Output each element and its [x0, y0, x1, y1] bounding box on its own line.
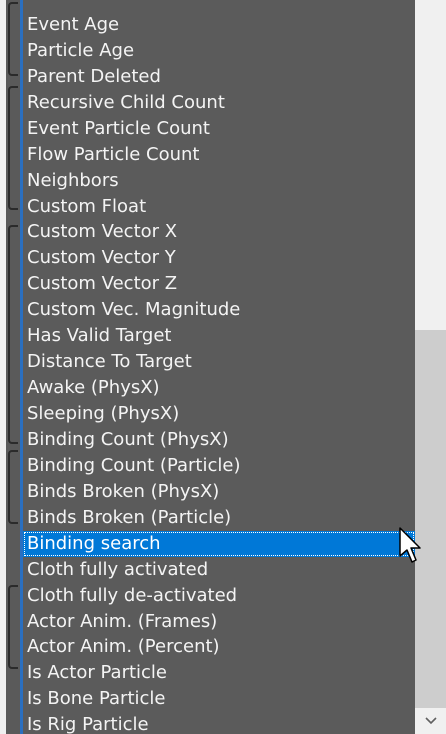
list-item[interactable]: Custom Vec. Magnitude	[23, 297, 415, 323]
left-gutter	[0, 0, 22, 734]
list-item[interactable]: Custom Vector X	[23, 219, 415, 245]
list-item[interactable]: Event Particle Count	[23, 116, 415, 142]
scroll-down-button[interactable]	[415, 708, 446, 734]
list-item[interactable]: Binding Count (Particle)	[23, 453, 415, 479]
dropdown-popup: Event Age Particle Age Parent Deleted Recur…	[0, 0, 446, 734]
list-item[interactable]: Particle Age	[23, 38, 415, 64]
list-item-selected[interactable]: Binding search	[23, 530, 415, 557]
option-list-items: Event Age Particle Age Parent Deleted Recur…	[23, 0, 415, 734]
group-bracket	[8, 2, 18, 76]
group-bracket	[8, 450, 18, 524]
list-item-partial-top[interactable]	[23, 0, 415, 12]
group-bracket	[8, 225, 18, 444]
list-item[interactable]: Is Bone Particle	[23, 686, 415, 712]
group-bracket	[8, 585, 18, 669]
list-item[interactable]: Parent Deleted	[23, 64, 415, 90]
list-item[interactable]: Neighbors	[23, 168, 415, 194]
list-item[interactable]: Has Valid Target	[23, 323, 415, 349]
list-item[interactable]: Sleeping (PhysX)	[23, 401, 415, 427]
list-item[interactable]: Event Age	[23, 12, 415, 38]
mouse-pointer-icon	[398, 526, 424, 570]
list-item[interactable]: Is Rig Particle	[23, 712, 415, 734]
option-list[interactable]: Event Age Particle Age Parent Deleted Recur…	[23, 0, 415, 734]
list-item[interactable]: Binds Broken (PhysX)	[23, 479, 415, 505]
scrollbar-thumb[interactable]	[415, 330, 446, 708]
list-item[interactable]: Distance To Target	[23, 349, 415, 375]
list-item[interactable]: Cloth fully activated	[23, 557, 415, 583]
list-item[interactable]: Custom Vector Z	[23, 271, 415, 297]
vertical-scrollbar[interactable]	[415, 0, 446, 734]
list-item[interactable]: Binding Count (PhysX)	[23, 427, 415, 453]
list-item[interactable]: Custom Float	[23, 194, 415, 220]
chevron-down-icon	[424, 713, 437, 729]
group-bracket	[8, 86, 18, 210]
list-item[interactable]: Cloth fully de-activated	[23, 583, 415, 609]
list-item[interactable]: Binds Broken (Particle)	[23, 505, 415, 531]
list-item[interactable]: Awake (PhysX)	[23, 375, 415, 401]
list-item[interactable]: Actor Anim. (Percent)	[23, 634, 415, 660]
list-item[interactable]: Custom Vector Y	[23, 245, 415, 271]
list-item[interactable]: Recursive Child Count	[23, 90, 415, 116]
list-item[interactable]: Actor Anim. (Frames)	[23, 609, 415, 635]
list-item[interactable]: Is Actor Particle	[23, 660, 415, 686]
list-item[interactable]: Flow Particle Count	[23, 142, 415, 168]
